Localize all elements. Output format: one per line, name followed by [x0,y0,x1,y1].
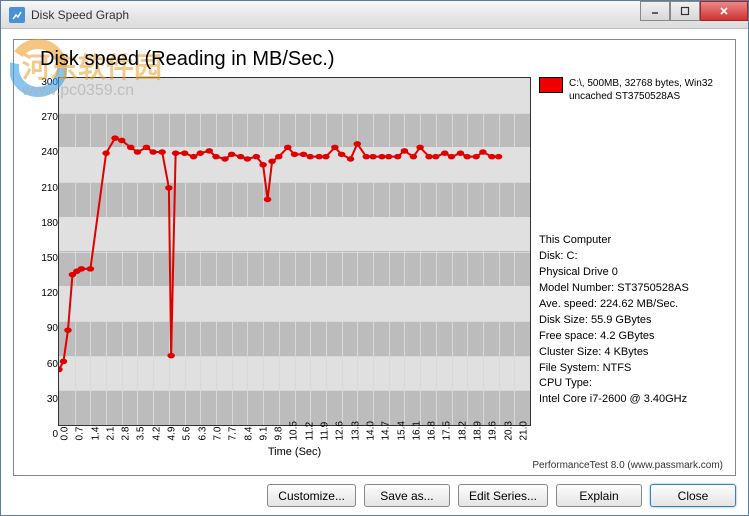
button-row: Customize... Save as... Edit Series... E… [13,476,736,507]
y-tick: 240 [41,147,58,158]
x-tick: 3.5 [136,427,147,441]
x-tick: 7.0 [212,427,223,441]
legend-text: C:\, 500MB, 32768 bytes, Win32 uncached … [569,77,727,103]
minimize-button[interactable] [640,1,670,21]
legend-swatch [539,77,563,93]
titlebar: Disk Speed Graph [1,1,748,29]
x-tick: 2.1 [105,427,116,441]
window: Disk Speed Graph 河东软件园 www.pc0359.cn Dis… [0,0,749,516]
y-axis: 3002702402101801501209060300 [22,77,58,458]
close-window-button[interactable] [700,1,748,21]
x-tick: 18.9 [473,427,484,441]
save-as-button[interactable]: Save as... [364,484,450,507]
x-tick: 20.3 [503,427,514,441]
x-tick: 2.8 [121,427,132,441]
y-tick: 60 [47,359,58,370]
app-icon [9,7,25,23]
footer-note: PerformanceTest 8.0 (www.passmark.com) [22,458,727,471]
info-header: This Computer [539,233,727,249]
info-disk: Disk: C: [539,249,727,265]
info-panel: This Computer Disk: C: Physical Drive 0 … [539,233,727,408]
info-cpu-label: CPU Type: [539,376,727,392]
customize-button[interactable]: Customize... [267,484,356,507]
plot-wrap: 0.0 0.7 1.4 2.1 2.8 3.5 4.2 4.9 5.6 6.3 7.0 7.7 8.4 9… [58,77,531,458]
x-tick: 0.7 [75,427,86,441]
info-physical: Physical Drive 0 [539,265,727,281]
x-tick: 5.6 [182,427,193,441]
y-tick: 180 [41,218,58,229]
x-tick: 10.5 [289,427,300,441]
y-tick: 270 [41,112,58,123]
x-tick: 1.4 [90,427,101,441]
x-tick: 4.2 [151,427,162,441]
window-title: Disk Speed Graph [31,8,129,22]
y-tick: 90 [47,323,58,334]
y-tick: 120 [41,288,58,299]
line-chart [59,78,530,425]
x-tick: 16.1 [411,427,422,441]
x-tick: 6.3 [197,427,208,441]
x-tick: 9.8 [274,427,285,441]
x-tick: 13.3 [350,427,361,441]
x-tick: 12.6 [335,427,346,441]
chart-container: 河东软件园 www.pc0359.cn Disk speed (Reading … [13,39,736,476]
x-tick: 16.8 [427,427,438,441]
chart-title: Disk speed (Reading in MB/Sec.) [40,48,727,71]
legend: C:\, 500MB, 32768 bytes, Win32 uncached … [539,77,727,103]
info-cpu: Intel Core i7-2600 @ 3.40GHz [539,392,727,408]
close-button[interactable]: Close [650,484,736,507]
x-tick: 19.6 [488,427,499,441]
x-tick: 18.2 [457,427,468,441]
x-tick: 0.0 [60,427,71,441]
x-tick: 11.9 [320,427,331,441]
edit-series-button[interactable]: Edit Series... [458,484,548,507]
info-cluster: Cluster Size: 4 KBytes [539,345,727,361]
x-tick: 14.7 [381,427,392,441]
info-size: Disk Size: 55.9 GBytes [539,313,727,329]
x-tick: 9.1 [258,427,269,441]
chart-row: 3002702402101801501209060300 0.00.71.42.… [22,77,727,458]
info-avg: Ave. speed: 224.62 MB/Sec. [539,297,727,313]
x-tick: 8.4 [243,427,254,441]
plot-area [58,77,531,426]
explain-button[interactable]: Explain [556,484,642,507]
content-area: 河东软件园 www.pc0359.cn Disk speed (Reading … [1,29,748,515]
y-tick: 150 [41,253,58,264]
x-tick: 11.2 [304,427,315,441]
x-tick: 14.0 [365,427,376,441]
x-axis-label: Time (Sec) [58,446,531,458]
y-tick: 210 [41,183,58,194]
x-tick: 7.7 [228,427,239,441]
info-model: Model Number: ST3750528AS [539,281,727,297]
x-tick: 4.9 [167,427,178,441]
y-tick: 30 [47,394,58,405]
right-panel: C:\, 500MB, 32768 bytes, Win32 uncached … [531,77,727,458]
info-free: Free space: 4.2 GBytes [539,329,727,345]
info-fs: File System: NTFS [539,361,727,377]
y-tick: 300 [41,77,58,88]
x-tick: 15.4 [396,427,407,441]
x-tick: 17.5 [442,427,453,441]
x-tick: 21.0 [518,427,529,441]
x-axis: 0.0 0.7 1.4 2.1 2.8 3.5 4.2 4.9 5.6 6.3 7.0 7.7 8.4 9… [58,426,531,448]
maximize-button[interactable] [670,1,700,21]
window-controls [640,1,748,21]
